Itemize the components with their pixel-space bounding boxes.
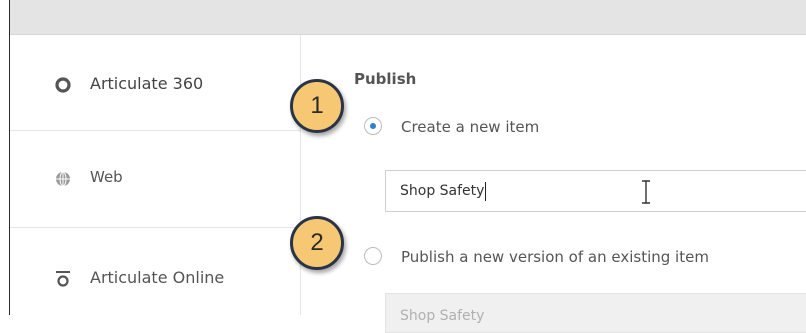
- existing-item-select: Shop Safety: [385, 293, 806, 333]
- sidebar-item-articulate-360[interactable]: Articulate 360: [10, 35, 300, 131]
- step-callout-1: 1: [290, 79, 344, 133]
- text-caret: [485, 181, 487, 201]
- existing-item-value: Shop Safety: [400, 308, 485, 324]
- publish-section-title: Publish: [354, 70, 417, 88]
- publish-new-version-radio[interactable]: [364, 247, 382, 265]
- step-callout-2: 2: [290, 216, 344, 270]
- articulate-online-icon: [56, 271, 70, 287]
- publish-new-version-label[interactable]: Publish a new version of an existing ite…: [401, 248, 709, 266]
- sidebar-item-label: Articulate Online: [90, 268, 225, 287]
- articulate-360-icon: [55, 77, 71, 93]
- sidebar-item-label: Articulate 360: [90, 74, 204, 93]
- publish-settings-panel: Publish Create a new item Shop Safety Pu…: [301, 35, 806, 333]
- item-name-input[interactable]: Shop Safety: [385, 170, 806, 212]
- text-cursor-icon: [642, 180, 650, 204]
- create-new-item-label[interactable]: Create a new item: [401, 118, 539, 136]
- publish-destination-sidebar: Articulate 360 Web Articulate Online: [10, 35, 301, 315]
- sidebar-item-articulate-online[interactable]: Articulate Online: [10, 228, 300, 315]
- item-name-value: Shop Safety: [400, 183, 485, 199]
- create-new-item-radio[interactable]: [364, 117, 382, 135]
- sidebar-item-label: Web: [90, 168, 123, 186]
- window-left-border: [0, 0, 10, 315]
- globe-icon: [56, 171, 70, 187]
- dialog-header-bar: [10, 0, 806, 35]
- sidebar-item-web[interactable]: Web: [10, 131, 300, 228]
